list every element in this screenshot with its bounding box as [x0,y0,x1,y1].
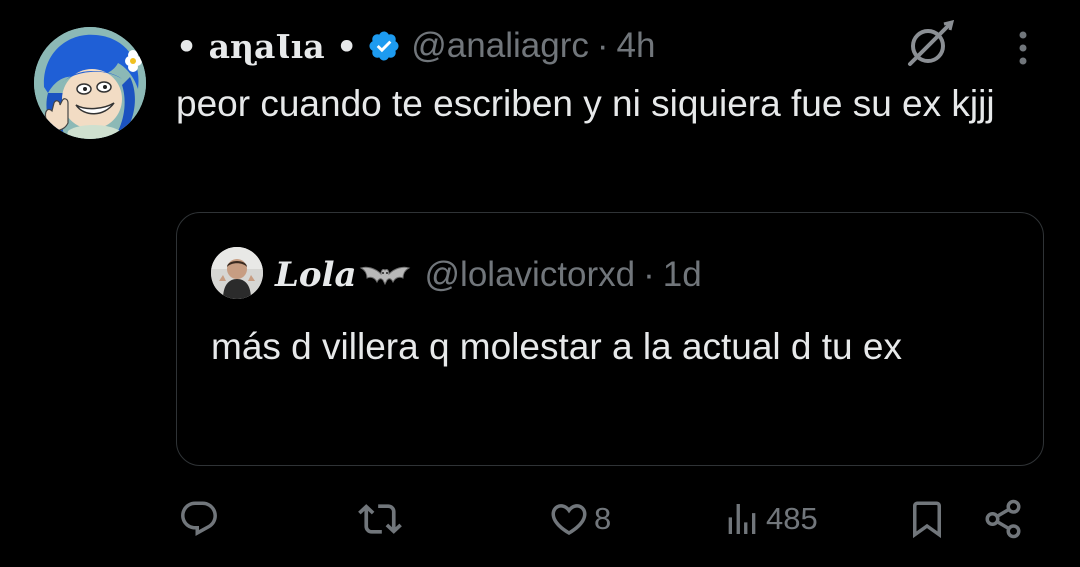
share-button[interactable] [982,494,1024,544]
views-button[interactable]: 485 [722,494,818,544]
person-photo-avatar-icon [211,247,263,299]
cartoon-avatar-icon [34,27,146,139]
quoted-tweet-header: Lola @lolavictorxd · 1d [275,251,702,299]
separator-dot: · [596,26,609,65]
like-button[interactable]: 8 [548,494,611,544]
tweet-timestamp[interactable]: 4h [617,26,656,66]
repost-button[interactable] [358,494,406,544]
author-avatar[interactable] [34,27,146,139]
like-count: 8 [594,501,612,536]
tweet-text: peor cuando te escriben y ni siquiera fu… [176,83,995,124]
quoted-tweet-card[interactable]: Lola @lolavictorxd · 1d más d villera q … [176,212,1044,466]
heart-icon [551,504,587,536]
bookmark-icon [913,501,941,539]
grok-icon[interactable] [904,20,956,68]
reply-icon [181,501,217,536]
author-handle[interactable]: @analiagrc [411,26,589,66]
tweet[interactable]: • aɳaƖıa • @analiagrc · 4h peor cuando t… [0,0,1080,567]
views-icon [728,504,756,534]
share-icon [985,499,1021,539]
views-count: 485 [766,501,818,536]
quoted-tweet-text: más d villera q molestar a la actual d t… [211,326,902,367]
reply-button[interactable] [178,494,224,544]
more-options-icon[interactable] [1006,26,1040,70]
quoted-author-handle[interactable]: @lolavictorxd [425,255,636,295]
quoted-author-avatar[interactable] [211,247,263,299]
bookmark-button[interactable] [906,494,948,544]
verified-badge-icon [367,29,401,63]
quoted-tweet-timestamp[interactable]: 1d [663,255,702,295]
quoted-author-display-name[interactable]: Lola [275,255,357,295]
repost-icon [358,504,402,534]
author-display-name[interactable]: • aɳaƖıa • [176,27,357,66]
tweet-header: • aɳaƖıa • @analiagrc · 4h [176,24,655,68]
separator-dot: · [643,255,655,294]
bat-icon [359,260,411,290]
action-bar: 8 485 [0,494,1080,544]
